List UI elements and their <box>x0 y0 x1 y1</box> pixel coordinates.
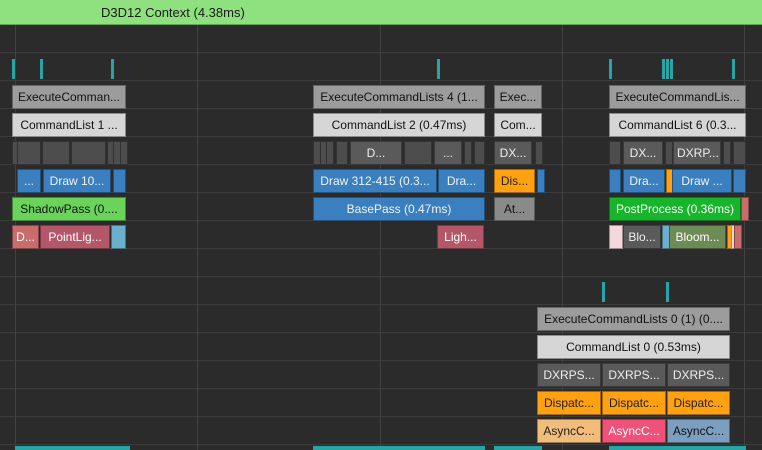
event-block[interactable]: DX... <box>494 141 532 165</box>
bloom-block[interactable]: Bloom... <box>669 225 726 249</box>
event-block[interactable]: D... <box>350 141 402 165</box>
async-compute-block[interactable]: AsyncC... <box>602 419 666 443</box>
sync-marker[interactable] <box>666 282 669 302</box>
sync-marker[interactable] <box>437 59 440 79</box>
sync-marker[interactable] <box>666 59 669 79</box>
event-block[interactable] <box>17 141 41 165</box>
sync-marker[interactable] <box>670 59 673 79</box>
subpass-block[interactable] <box>111 225 126 249</box>
base-pass-block[interactable]: BasePass (0.47ms) <box>313 197 485 221</box>
dispatch-block[interactable]: Dispatc... <box>667 391 730 415</box>
async-compute-block[interactable]: AsyncC... <box>667 419 730 443</box>
async-execute-command-lists-block[interactable]: ExecuteCommandLists 0 (1) (0.... <box>537 307 730 331</box>
subpass-block[interactable]: D... <box>12 225 39 249</box>
async-event-block[interactable]: DXRPS... <box>602 363 666 387</box>
sync-marker[interactable] <box>40 59 43 79</box>
draw-block[interactable] <box>113 169 126 193</box>
execute-command-lists-block[interactable]: Exec... <box>494 85 542 109</box>
bottom-queue-strip <box>15 446 130 450</box>
draw-block[interactable]: Draw 10... <box>43 169 111 193</box>
d3d12-context-header[interactable]: D3D12 Context (4.38ms) <box>0 0 762 25</box>
event-block[interactable]: DX... <box>623 141 663 165</box>
context-title: D3D12 Context (4.38ms) <box>101 5 245 20</box>
execute-command-lists-block[interactable]: ExecuteComman... <box>12 85 126 109</box>
execute-command-lists-block[interactable]: ExecuteCommandLis... <box>609 85 746 109</box>
dispatch-block[interactable]: Dispatc... <box>602 391 666 415</box>
sync-marker[interactable] <box>662 59 665 79</box>
event-block[interactable] <box>723 141 731 165</box>
pass-block[interactable]: At... <box>494 197 535 221</box>
event-block[interactable] <box>326 141 334 165</box>
draw-block[interactable]: Dra... <box>438 169 485 193</box>
sync-marker[interactable] <box>732 59 735 79</box>
event-block[interactable] <box>71 141 106 165</box>
lane-row <box>0 277 762 305</box>
async-command-list-block[interactable]: CommandList 0 (0.53ms) <box>537 335 730 359</box>
sync-marker[interactable] <box>602 282 605 302</box>
sync-marker[interactable] <box>111 59 114 79</box>
point-lights-block[interactable]: PointLig... <box>40 225 110 249</box>
event-block[interactable] <box>609 141 621 165</box>
lane-row <box>0 249 762 277</box>
command-list-block[interactable]: CommandList 2 (0.47ms) <box>313 113 485 137</box>
pass-block[interactable] <box>741 197 749 221</box>
gpu-timeline-view[interactable]: D3D12 Context (4.38ms) ExecuteComman... … <box>0 0 762 450</box>
event-block[interactable] <box>733 141 746 165</box>
bottom-queue-strip <box>609 446 746 450</box>
bottom-queue-strip <box>494 446 542 450</box>
sync-marker[interactable] <box>12 59 15 79</box>
event-block[interactable]: ... <box>434 141 462 165</box>
event-block[interactable] <box>464 141 472 165</box>
event-block[interactable]: DXRP... <box>673 141 721 165</box>
lane-row <box>0 25 762 53</box>
draw-block[interactable]: Dra... <box>623 169 665 193</box>
draw-block[interactable]: Draw 312-415 (0.3... <box>313 169 437 193</box>
bloom-block[interactable]: Blo... <box>623 225 661 249</box>
bottom-queue-strip <box>313 446 485 450</box>
draw-block[interactable]: Draw ... <box>672 169 732 193</box>
draw-block[interactable] <box>537 169 545 193</box>
event-block[interactable] <box>336 141 348 165</box>
sync-marker[interactable] <box>609 59 612 79</box>
command-list-block[interactable]: CommandList 1 ... <box>12 113 126 137</box>
subpass-block[interactable] <box>609 225 623 249</box>
grid-line <box>197 25 198 450</box>
event-block[interactable] <box>535 141 543 165</box>
draw-block[interactable]: ... <box>17 169 41 193</box>
event-block[interactable] <box>404 141 432 165</box>
async-compute-block[interactable]: AsyncC... <box>537 419 601 443</box>
async-event-block[interactable]: DXRPS... <box>537 363 601 387</box>
lights-block[interactable]: Ligh... <box>437 225 484 249</box>
async-event-block[interactable]: DXRPS... <box>667 363 730 387</box>
subpass-block[interactable] <box>734 225 742 249</box>
dispatch-block[interactable]: Dispatc... <box>537 391 601 415</box>
event-block[interactable] <box>665 141 673 165</box>
dispatch-block[interactable]: Dis... <box>494 169 535 193</box>
draw-block[interactable] <box>609 169 621 193</box>
command-list-block[interactable]: CommandList 6 (0.3... <box>609 113 746 137</box>
event-block[interactable] <box>474 141 485 165</box>
event-block[interactable] <box>42 141 70 165</box>
event-block[interactable] <box>120 141 128 165</box>
draw-block[interactable] <box>733 169 746 193</box>
post-process-block[interactable]: PostProcess (0.36ms) <box>609 197 741 221</box>
shadow-pass-block[interactable]: ShadowPass (0.... <box>12 197 126 221</box>
execute-command-lists-block[interactable]: ExecuteCommandLists 4 (1... <box>313 85 485 109</box>
lane-row <box>0 53 762 81</box>
command-list-block[interactable]: Com... <box>494 113 542 137</box>
